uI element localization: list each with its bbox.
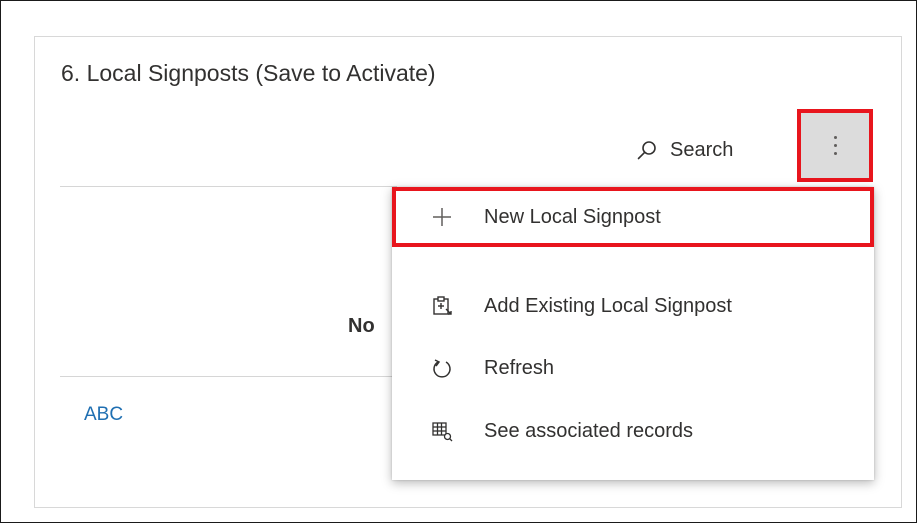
menu-item-label: See associated records (484, 419, 694, 442)
grid-header-divider (60, 186, 397, 187)
search-label: Search (670, 138, 734, 161)
menu-item-new-local-signpost[interactable]: New Local Signpost (392, 187, 874, 247)
menu-item-label: Refresh (484, 356, 555, 379)
empty-state-text: No (348, 315, 375, 337)
plus-icon (430, 205, 454, 229)
refresh-icon (430, 356, 454, 380)
associated-records-icon (430, 419, 454, 443)
menu-item-label: New Local Signpost (484, 205, 661, 228)
more-commands-button[interactable] (797, 109, 873, 182)
search-button[interactable]: Search (636, 128, 733, 172)
search-icon (636, 139, 658, 161)
more-vertical-icon (833, 136, 837, 155)
more-commands-menu: New Local Signpost Add Existing Local Si… (392, 187, 874, 480)
add-existing-icon (430, 294, 454, 318)
menu-item-see-associated-records[interactable]: See associated records (392, 401, 874, 461)
grid-footer-divider (60, 376, 397, 377)
section-title: 6. Local Signposts (Save to Activate) (61, 60, 436, 86)
menu-item-add-existing-local-signpost[interactable]: Add Existing Local Signpost (392, 276, 874, 336)
menu-item-refresh[interactable]: Refresh (392, 338, 874, 398)
record-link[interactable]: ABC (84, 404, 123, 426)
menu-item-label: Add Existing Local Signpost (484, 294, 732, 317)
